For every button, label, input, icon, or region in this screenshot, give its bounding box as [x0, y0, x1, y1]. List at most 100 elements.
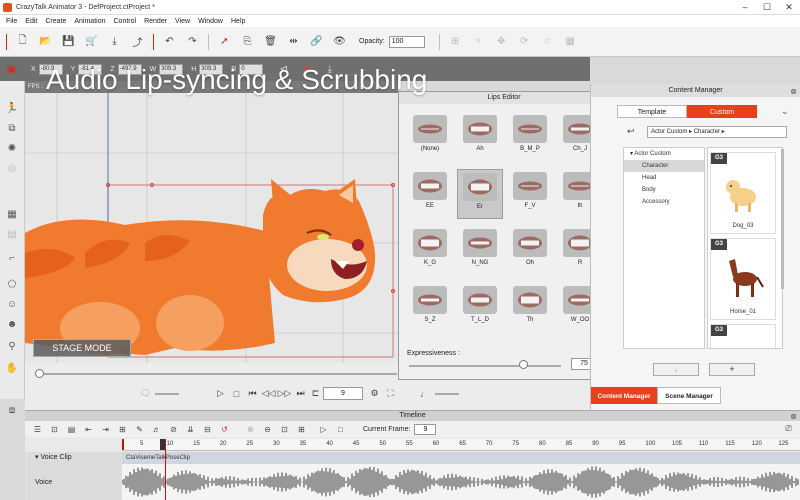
scene-icon[interactable]: ⧉: [5, 121, 19, 135]
redo-icon[interactable]: ↷: [186, 35, 199, 48]
content-item-dog[interactable]: G3 Dog_03: [710, 152, 776, 234]
range-start-marker[interactable]: [122, 439, 124, 450]
loop-icon[interactable]: ⊏: [310, 388, 321, 399]
head-icon[interactable]: ☺: [5, 297, 19, 311]
voice-clip-track[interactable]: CtaVisemeTalkPoseClip: [122, 452, 800, 464]
expressiveness-slider[interactable]: [409, 365, 561, 367]
key-icon[interactable]: ⊡: [49, 424, 60, 435]
delete-icon[interactable]: 🗑: [264, 35, 277, 48]
timeline-stop-icon[interactable]: □: [335, 424, 346, 435]
zoom-out-icon[interactable]: ⊖: [262, 424, 273, 435]
timeline-ruler[interactable]: 5 10 15 20 25 30 35 40 45 50 55 60 65 70 75 80 85 90 95 100…: [122, 439, 800, 451]
audio-icon[interactable]: ♬: [151, 424, 162, 435]
stage-canvas[interactable]: [25, 93, 398, 363]
collapse-chevron-icon[interactable]: ⌄: [781, 106, 789, 117]
scrub-handle[interactable]: [35, 369, 44, 378]
menu-view[interactable]: View: [171, 18, 194, 25]
sprite-icon[interactable]: ▤: [5, 227, 19, 241]
breadcrumb-character[interactable]: Character: [694, 129, 720, 135]
flip-icon[interactable]: ⇹: [287, 35, 300, 48]
next-frame-icon[interactable]: ▷▷: [278, 388, 292, 399]
play-icon[interactable]: ▷: [215, 388, 226, 399]
viseme-cell[interactable]: T_L_D: [457, 283, 503, 333]
edit-icon[interactable]: ✎: [134, 424, 145, 435]
grid-icon[interactable]: ▦: [564, 35, 577, 48]
minimize-icon[interactable]: –: [734, 2, 756, 12]
grid-scrollbar[interactable]: [781, 149, 784, 289]
visibility-eye-icon[interactable]: 👁: [333, 35, 346, 48]
download-button[interactable]: ↓: [653, 363, 699, 376]
import-icon[interactable]: ⤓: [108, 35, 121, 48]
viseme-cell[interactable]: K_G: [407, 226, 453, 276]
viseme-cell[interactable]: F_V: [507, 169, 553, 219]
add-content-button[interactable]: +: [709, 363, 755, 376]
zoom-in-icon[interactable]: ⊕: [245, 424, 256, 435]
track-header-voice-clip[interactable]: ▾ Voice Clip: [25, 452, 122, 464]
close-icon[interactable]: ⊗: [790, 85, 797, 98]
puppet-icon[interactable]: ⚲: [5, 339, 19, 353]
close-icon[interactable]: ✕: [778, 2, 800, 13]
tab-custom[interactable]: Custom: [687, 105, 757, 118]
last-frame-icon[interactable]: ⏭: [295, 388, 306, 399]
move-icon[interactable]: ✥: [495, 35, 508, 48]
transform-icon[interactable]: ▣: [5, 63, 18, 76]
rotate-icon[interactable]: ⟳: [518, 35, 531, 48]
align-icon[interactable]: ⊞: [449, 35, 462, 48]
voice-waveform-track[interactable]: [121, 464, 800, 500]
puppet-icon[interactable]: ♆: [472, 35, 485, 48]
fullscreen-icon[interactable]: ⛶: [385, 388, 396, 399]
content-item[interactable]: G3: [710, 324, 776, 348]
track-header-voice[interactable]: Voice: [25, 464, 122, 500]
export-icon[interactable]: ⤴: [131, 35, 144, 49]
expressiveness-handle[interactable]: [519, 360, 528, 369]
tree-item-actor-custom[interactable]: ▾ Actor Custom: [624, 148, 704, 160]
expand-icon[interactable]: ⊞: [296, 424, 307, 435]
back-arrow-icon[interactable]: ↩: [627, 126, 635, 137]
layers-icon[interactable]: ⧈: [5, 403, 19, 417]
menu-window[interactable]: Window: [194, 18, 227, 25]
menu-edit[interactable]: Edit: [21, 18, 41, 25]
maximize-icon[interactable]: ☐: [756, 2, 778, 13]
scrub-slider[interactable]: [37, 373, 397, 375]
tab-scene-manager[interactable]: Scene Manager: [657, 387, 721, 404]
viseme-cell[interactable]: Oh: [507, 226, 553, 276]
save-icon[interactable]: 💾: [62, 35, 75, 48]
break-icon[interactable]: ⊘: [168, 424, 179, 435]
next-key-icon[interactable]: ⇥: [100, 424, 111, 435]
breadcrumb-actor-custom[interactable]: Actor Custom: [651, 129, 687, 135]
menu-file[interactable]: File: [2, 18, 21, 25]
menu-create[interactable]: Create: [41, 18, 70, 25]
content-item-horse[interactable]: G3 Horse_01: [710, 238, 776, 320]
viseme-cell[interactable]: Th: [507, 283, 553, 333]
camera-icon[interactable]: ◎: [5, 161, 19, 175]
close-icon[interactable]: ⊗: [790, 412, 797, 422]
link-icon[interactable]: 🔗: [310, 35, 323, 48]
breadcrumb[interactable]: Actor Custom ▸ Character ▸: [647, 126, 787, 138]
tree-item-head[interactable]: Head: [624, 172, 704, 184]
viseme-cell[interactable]: N_NG: [457, 226, 503, 276]
layout-icon[interactable]: ▦: [5, 207, 19, 221]
hand-icon[interactable]: ✋: [5, 361, 19, 375]
menu-animation[interactable]: Animation: [70, 18, 109, 25]
timeline-play-icon[interactable]: ▷: [318, 424, 329, 435]
key-add-icon[interactable]: ⊞: [117, 424, 128, 435]
viseme-cell[interactable]: Er: [457, 169, 503, 219]
settings-gear-icon[interactable]: ⚙: [369, 388, 380, 399]
new-file-icon[interactable]: 🗋: [16, 35, 29, 48]
current-frame-input[interactable]: 9: [414, 423, 437, 435]
prev-frame-icon[interactable]: ◁◁: [262, 388, 276, 399]
undo-icon[interactable]: ↶: [163, 35, 176, 48]
copy-icon[interactable]: ⎘: [241, 35, 254, 48]
tab-template[interactable]: Template: [617, 105, 687, 118]
star-icon[interactable]: ☆: [541, 35, 554, 48]
viseme-cell[interactable]: (None): [407, 112, 453, 162]
first-frame-icon[interactable]: ⏮: [247, 388, 258, 399]
tree-item-body[interactable]: Body: [624, 184, 704, 196]
volume-icon[interactable]: 🗨: [140, 388, 151, 399]
filter-icon[interactable]: ▤: [66, 424, 77, 435]
motion-icon[interactable]: 🏃: [5, 101, 19, 115]
tab-content-manager[interactable]: Content Manager: [591, 387, 657, 404]
open-folder-icon[interactable]: 📂: [39, 35, 52, 48]
collapse-icon[interactable]: ⇊: [185, 424, 196, 435]
tree-item-accessory[interactable]: Accessory: [624, 196, 704, 208]
